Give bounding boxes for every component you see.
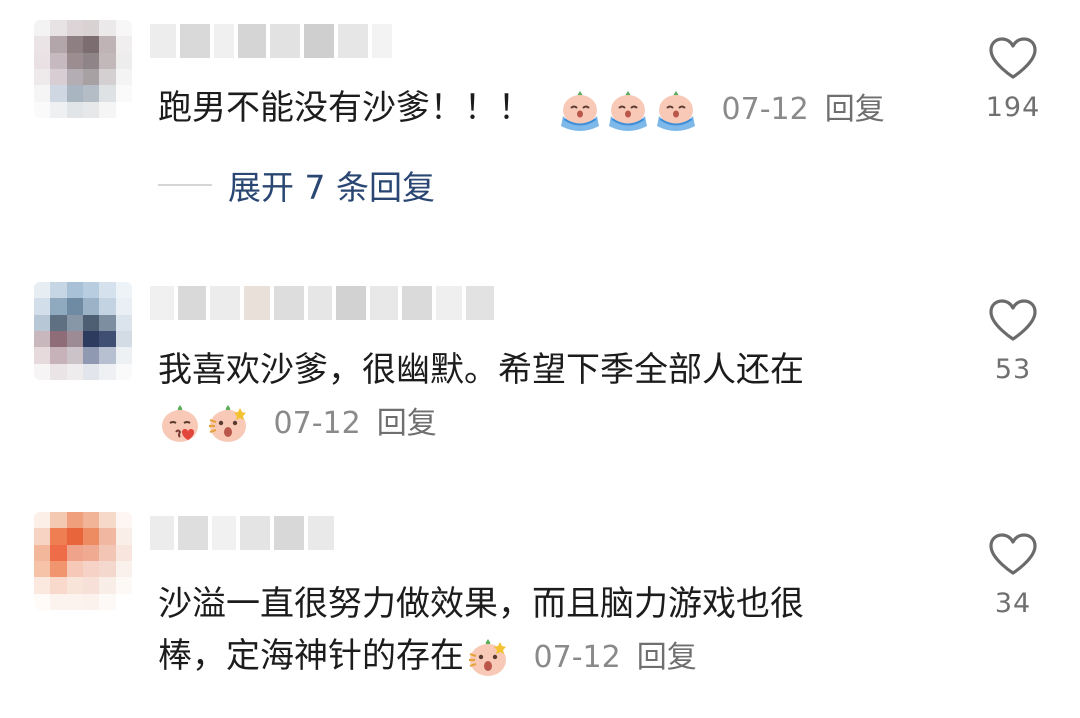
like-count: 53 bbox=[994, 354, 1032, 385]
heart-icon bbox=[989, 37, 1037, 79]
shocked-emoji-icon bbox=[469, 638, 506, 676]
crying-emoji-icon bbox=[609, 90, 647, 131]
avatar[interactable] bbox=[34, 512, 132, 610]
comment-body: 跑男不能没有沙爹！！！ 07-12 回复 bbox=[158, 82, 885, 136]
crying-emoji-icon bbox=[657, 90, 695, 131]
like-button[interactable]: 53 bbox=[980, 298, 1046, 385]
expand-replies-label: 展开 7 条回复 bbox=[228, 168, 435, 207]
shocked-emoji-icon bbox=[209, 404, 246, 442]
like-count: 194 bbox=[985, 92, 1041, 123]
username-redacted[interactable] bbox=[150, 24, 392, 58]
comment-date: 07-12 bbox=[533, 639, 621, 675]
emoji-group bbox=[158, 402, 250, 446]
comment-text-line2: 棒，定海神针的存在 bbox=[158, 636, 464, 676]
heart-icon bbox=[989, 299, 1037, 341]
like-count: 34 bbox=[994, 588, 1032, 619]
username-redacted[interactable] bbox=[150, 286, 494, 320]
like-button[interactable]: 194 bbox=[980, 36, 1046, 123]
expand-replies-button[interactable]: 展开 7 条回复 bbox=[158, 160, 435, 210]
emoji-group bbox=[558, 88, 698, 132]
crying-emoji-icon bbox=[561, 90, 599, 131]
comment-body: 我喜欢沙爹，很幽默。希望下季全部人还在 bbox=[158, 344, 804, 396]
heart-icon bbox=[989, 533, 1037, 575]
avatar[interactable] bbox=[34, 20, 132, 118]
username-redacted[interactable] bbox=[150, 516, 334, 550]
comment-meta-row: 07-12 回复 bbox=[158, 396, 437, 450]
kiss-emoji-icon bbox=[162, 404, 198, 442]
divider-line bbox=[158, 184, 212, 186]
reply-button[interactable]: 回复 bbox=[377, 406, 437, 441]
avatar[interactable] bbox=[34, 282, 132, 380]
like-button[interactable]: 34 bbox=[980, 532, 1046, 619]
reply-button[interactable]: 回复 bbox=[825, 92, 885, 127]
comment-body: 沙溢一直很努力做效果，而且脑力游戏也很 bbox=[158, 578, 804, 630]
reply-button[interactable]: 回复 bbox=[637, 640, 697, 675]
comment-date: 07-12 bbox=[273, 405, 361, 441]
comment-text-line1: 沙溢一直很努力做效果，而且脑力游戏也很 bbox=[158, 584, 804, 624]
comment-text: 我喜欢沙爹，很幽默。希望下季全部人还在 bbox=[158, 350, 804, 390]
comment-text: 跑男不能没有沙爹！！！ bbox=[158, 88, 532, 128]
comment-body-line2: 棒，定海神针的存在 07-12 回复 bbox=[158, 630, 697, 684]
emoji-group bbox=[466, 636, 510, 680]
comment-list: 跑男不能没有沙爹！！！ 07-12 回复 展开 7 条回复 194 我喜欢沙爹，… bbox=[0, 0, 1080, 718]
comment-date: 07-12 bbox=[721, 91, 809, 127]
